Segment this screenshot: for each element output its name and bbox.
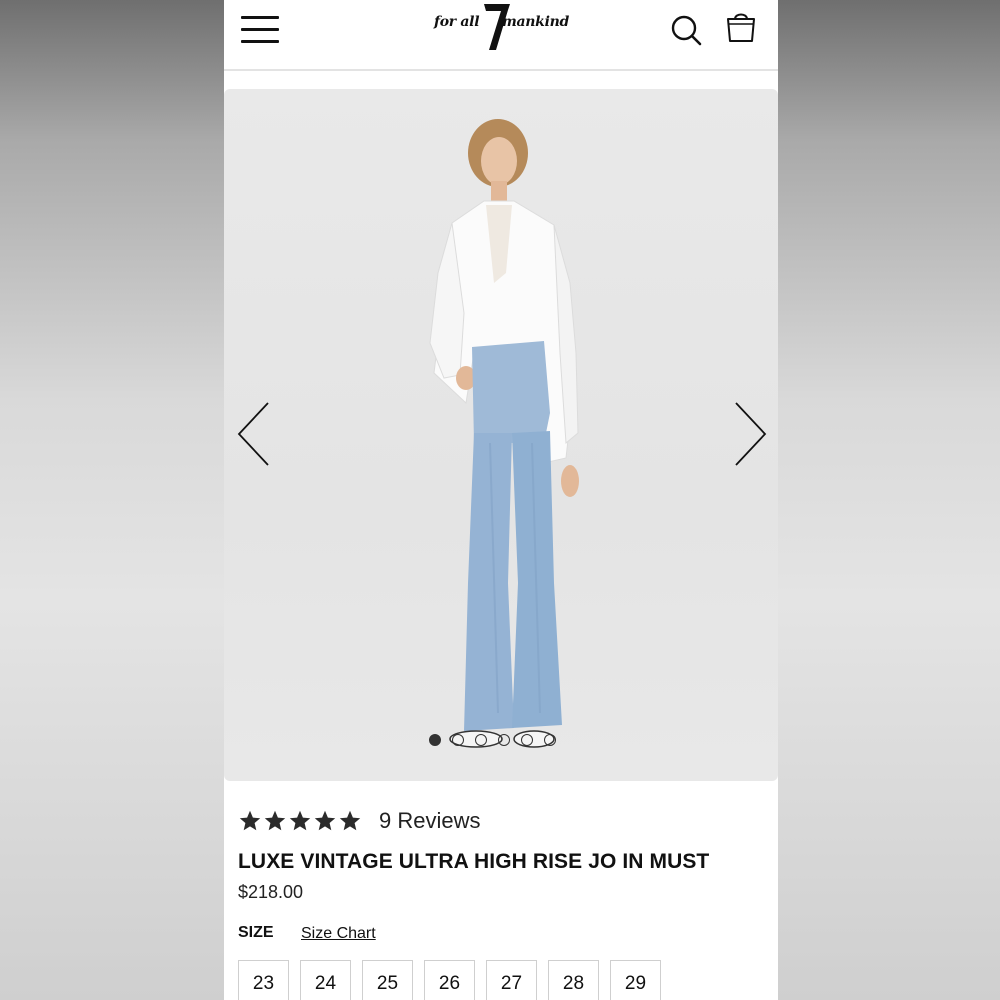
star-rating: [238, 809, 362, 833]
size-option[interactable]: 26: [424, 960, 475, 1000]
carousel-dot[interactable]: [452, 734, 464, 746]
brand-logo[interactable]: for all mankind: [432, 0, 572, 54]
star-icon: [239, 810, 261, 831]
logo-text-right: mankind: [502, 14, 569, 30]
shopping-bag-icon: [727, 13, 755, 42]
product-title: LUXE VINTAGE ULTRA HIGH RISE JO IN MUST: [238, 850, 710, 873]
size-label: SIZE: [238, 924, 274, 941]
carousel-pagination: [429, 734, 556, 750]
star-icon: [264, 810, 286, 831]
hamburger-menu-icon: [241, 28, 279, 31]
site-header: for all mankind: [224, 0, 778, 71]
carousel-dot[interactable]: [498, 734, 510, 746]
hamburger-menu-icon: [241, 40, 279, 43]
carousel-dot[interactable]: [544, 734, 556, 746]
size-option[interactable]: 27: [486, 960, 537, 1000]
size-options: 23 24 25 26 27 28 29: [238, 960, 661, 1000]
size-option[interactable]: 25: [362, 960, 413, 1000]
logo-text-left: for all: [434, 14, 480, 30]
product-rating: 9 Reviews: [238, 806, 480, 836]
carousel-dot[interactable]: [521, 734, 533, 746]
size-option[interactable]: 24: [300, 960, 351, 1000]
next-image-button[interactable]: [730, 399, 770, 469]
size-option[interactable]: 23: [238, 960, 289, 1000]
menu-button[interactable]: [241, 15, 279, 45]
size-option[interactable]: 29: [610, 960, 661, 1000]
carousel-dot[interactable]: [429, 734, 441, 746]
product-photo: [429, 119, 579, 748]
star-icon: [289, 810, 311, 831]
hamburger-menu-icon: [241, 16, 279, 19]
phone-screen: for all mankind 9 Reviews LUXE VINTAGE U…: [224, 0, 778, 1000]
cart-button[interactable]: [725, 10, 757, 44]
reviews-link[interactable]: 9 Reviews: [379, 808, 480, 834]
size-option[interactable]: 28: [548, 960, 599, 1000]
chevron-left-icon: [237, 402, 269, 466]
product-price: $218.00: [238, 882, 304, 902]
carousel-dot[interactable]: [475, 734, 487, 746]
product-image-carousel[interactable]: [224, 89, 778, 781]
star-icon: [314, 810, 336, 831]
chevron-right-icon: [735, 402, 767, 466]
search-button[interactable]: [670, 14, 702, 46]
search-icon: [671, 15, 702, 46]
star-icon: [339, 810, 361, 831]
size-chart-link[interactable]: Size Chart: [301, 925, 376, 943]
previous-image-button[interactable]: [234, 399, 274, 469]
